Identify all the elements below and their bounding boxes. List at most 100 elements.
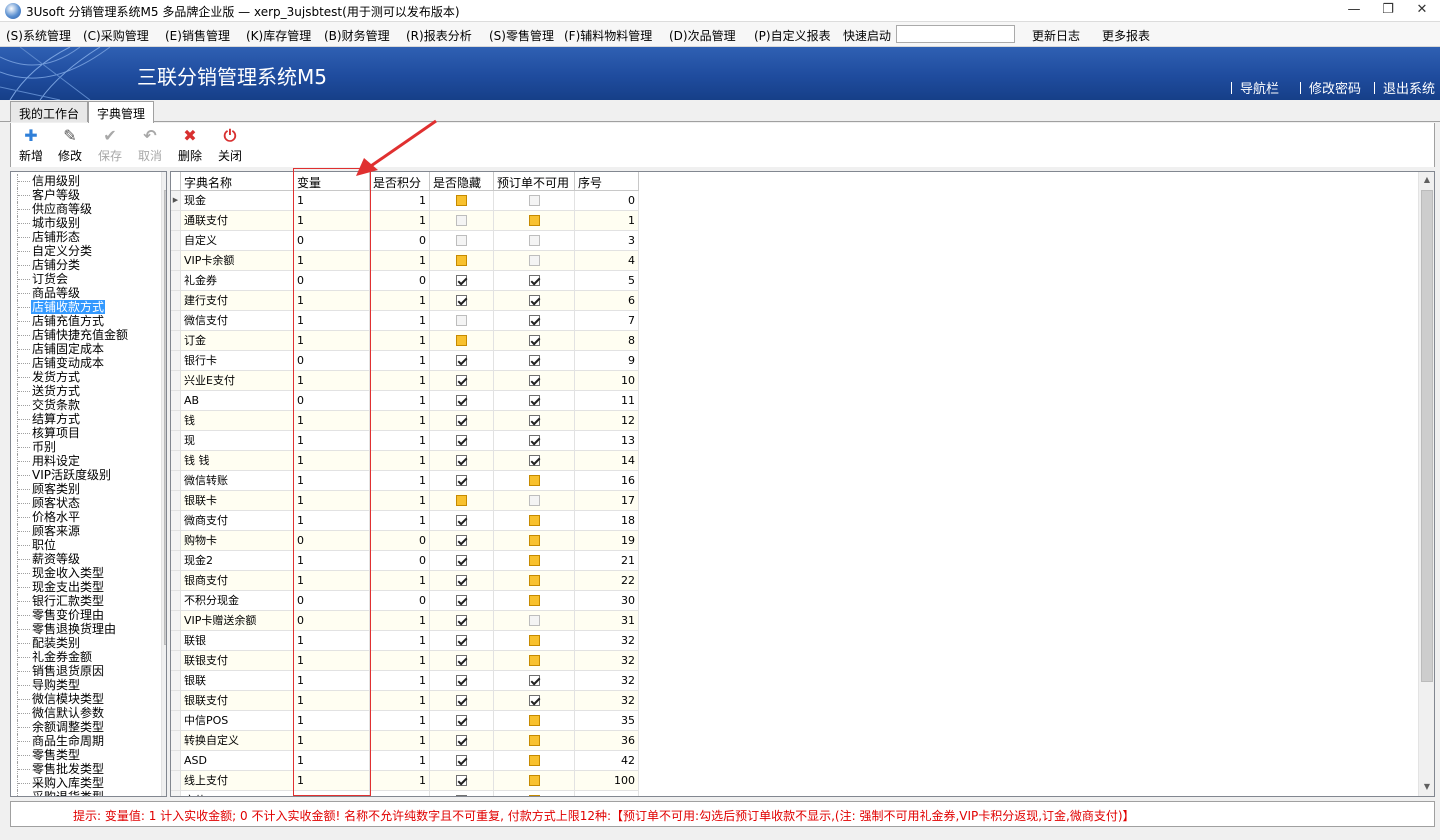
cell-name[interactable]: 通联支付	[181, 211, 294, 231]
cell-points[interactable]: 1	[370, 251, 430, 271]
cell-seq[interactable]: 18	[575, 511, 639, 531]
cell-seq[interactable]: 31	[575, 611, 639, 631]
hidden-checkbox[interactable]	[456, 375, 467, 386]
table-row[interactable]: 转换自定义 1 1 36	[171, 731, 639, 751]
cell-seq[interactable]: 32	[575, 631, 639, 651]
cell-name[interactable]: 订金	[181, 331, 294, 351]
cell-var[interactable]: 1	[294, 551, 370, 571]
table-row[interactable]: 钱 1 1 12	[171, 411, 639, 431]
hidden-checkbox[interactable]	[456, 595, 467, 606]
row-selector[interactable]	[171, 611, 181, 631]
cell-points[interactable]: 1	[370, 471, 430, 491]
cell-points[interactable]: 1	[370, 291, 430, 311]
cell-var[interactable]: 0	[294, 531, 370, 551]
col-name-header[interactable]: 字典名称	[181, 172, 294, 191]
preorder-checkbox[interactable]	[529, 255, 540, 266]
menu-finance[interactable]: (B)财务管理	[324, 27, 390, 44]
col-seq-header[interactable]: 序号	[575, 172, 639, 191]
cancel-button[interactable]: ↶ 取消	[132, 127, 168, 164]
cell-var[interactable]: 1	[294, 751, 370, 771]
cell-points[interactable]: 1	[370, 311, 430, 331]
cell-name[interactable]: ASD	[181, 751, 294, 771]
cell-var[interactable]: 0	[294, 391, 370, 411]
hidden-checkbox[interactable]	[456, 275, 467, 286]
cell-var[interactable]: 1	[294, 731, 370, 751]
hidden-checkbox[interactable]	[456, 255, 467, 266]
cell-seq[interactable]: 100	[575, 771, 639, 791]
table-row[interactable]: 微信转账 1 1 16	[171, 471, 639, 491]
row-selector[interactable]	[171, 311, 181, 331]
cell-seq[interactable]: 14	[575, 451, 639, 471]
cell-name[interactable]: 联银支付	[181, 651, 294, 671]
cell-var[interactable]: 1	[294, 691, 370, 711]
table-row[interactable]: 建行支付 1 1 6	[171, 291, 639, 311]
cell-seq[interactable]: 21	[575, 551, 639, 571]
cell-points[interactable]: 1	[370, 611, 430, 631]
cell-name[interactable]: 微信支付	[181, 311, 294, 331]
tree-scrollbar[interactable]: ▲ ▼	[161, 172, 166, 796]
cell-seq[interactable]: 32	[575, 691, 639, 711]
cell-seq[interactable]: 32	[575, 671, 639, 691]
preorder-checkbox[interactable]	[529, 395, 540, 406]
row-selector[interactable]	[171, 551, 181, 571]
menu-sales[interactable]: (E)销售管理	[165, 27, 230, 44]
cell-var[interactable]: 1	[294, 411, 370, 431]
row-selector[interactable]	[171, 711, 181, 731]
hidden-checkbox[interactable]	[456, 695, 467, 706]
hidden-checkbox[interactable]	[456, 775, 467, 786]
row-selector[interactable]	[171, 651, 181, 671]
table-row[interactable]: 礼金券 0 0 5	[171, 271, 639, 291]
preorder-checkbox[interactable]	[529, 595, 540, 606]
table-row[interactable]: 现金2 1 0 21	[171, 551, 639, 571]
hidden-checkbox[interactable]	[456, 355, 467, 366]
save-button[interactable]: ✔ 保存	[92, 127, 128, 164]
cell-var[interactable]: 1	[294, 451, 370, 471]
cell-name[interactable]: 微商支付	[181, 511, 294, 531]
cell-points[interactable]: 1	[370, 371, 430, 391]
table-row[interactable]: 购物卡 0 0 19	[171, 531, 639, 551]
cell-var[interactable]: 0	[294, 591, 370, 611]
cell-var[interactable]: 1	[294, 251, 370, 271]
cell-var[interactable]: 0	[294, 611, 370, 631]
quick-launch-input[interactable]	[896, 25, 1015, 43]
cell-points[interactable]: 1	[370, 391, 430, 411]
row-selector[interactable]	[171, 631, 181, 651]
menu-custom-reports[interactable]: (P)自定义报表	[754, 27, 831, 44]
preorder-checkbox[interactable]	[529, 715, 540, 726]
cell-var[interactable]: 0	[294, 231, 370, 251]
table-row[interactable]: 充值B11111	[171, 791, 639, 796]
cell-var[interactable]: 1	[294, 571, 370, 591]
row-selector[interactable]	[171, 431, 181, 451]
cell-points[interactable]: 1	[370, 771, 430, 791]
preorder-checkbox[interactable]	[529, 735, 540, 746]
preorder-checkbox[interactable]	[529, 375, 540, 386]
cell-name[interactable]: 银联卡	[181, 491, 294, 511]
cell-name[interactable]: 现金2	[181, 551, 294, 571]
minimize-icon[interactable]: —	[1337, 0, 1371, 22]
row-selector[interactable]	[171, 331, 181, 351]
col-preorder-header[interactable]: 预订单不可用	[494, 172, 575, 191]
cell-seq[interactable]: 13	[575, 431, 639, 451]
cell-var[interactable]: 1	[294, 291, 370, 311]
hidden-checkbox[interactable]	[456, 315, 467, 326]
cell-name[interactable]: AB	[181, 391, 294, 411]
cell-var[interactable]: 1	[294, 711, 370, 731]
hidden-checkbox[interactable]	[456, 435, 467, 446]
table-row[interactable]: 银联支付 1 1 32	[171, 691, 639, 711]
cell-name[interactable]: 自定义	[181, 231, 294, 251]
row-selector[interactable]	[171, 531, 181, 551]
cell-var[interactable]: 1	[294, 511, 370, 531]
preorder-checkbox[interactable]	[529, 615, 540, 626]
preorder-checkbox[interactable]	[529, 495, 540, 506]
row-selector[interactable]	[171, 671, 181, 691]
hidden-checkbox[interactable]	[456, 615, 467, 626]
preorder-checkbox[interactable]	[529, 455, 540, 466]
cell-seq[interactable]: 111	[575, 791, 639, 796]
cell-seq[interactable]: 1	[575, 211, 639, 231]
preorder-checkbox[interactable]	[529, 755, 540, 766]
cell-name[interactable]: 钱	[181, 411, 294, 431]
hidden-checkbox[interactable]	[456, 655, 467, 666]
cell-var[interactable]: 1	[294, 771, 370, 791]
preorder-checkbox[interactable]	[529, 775, 540, 786]
add-button[interactable]: ✚ 新增	[13, 127, 49, 164]
